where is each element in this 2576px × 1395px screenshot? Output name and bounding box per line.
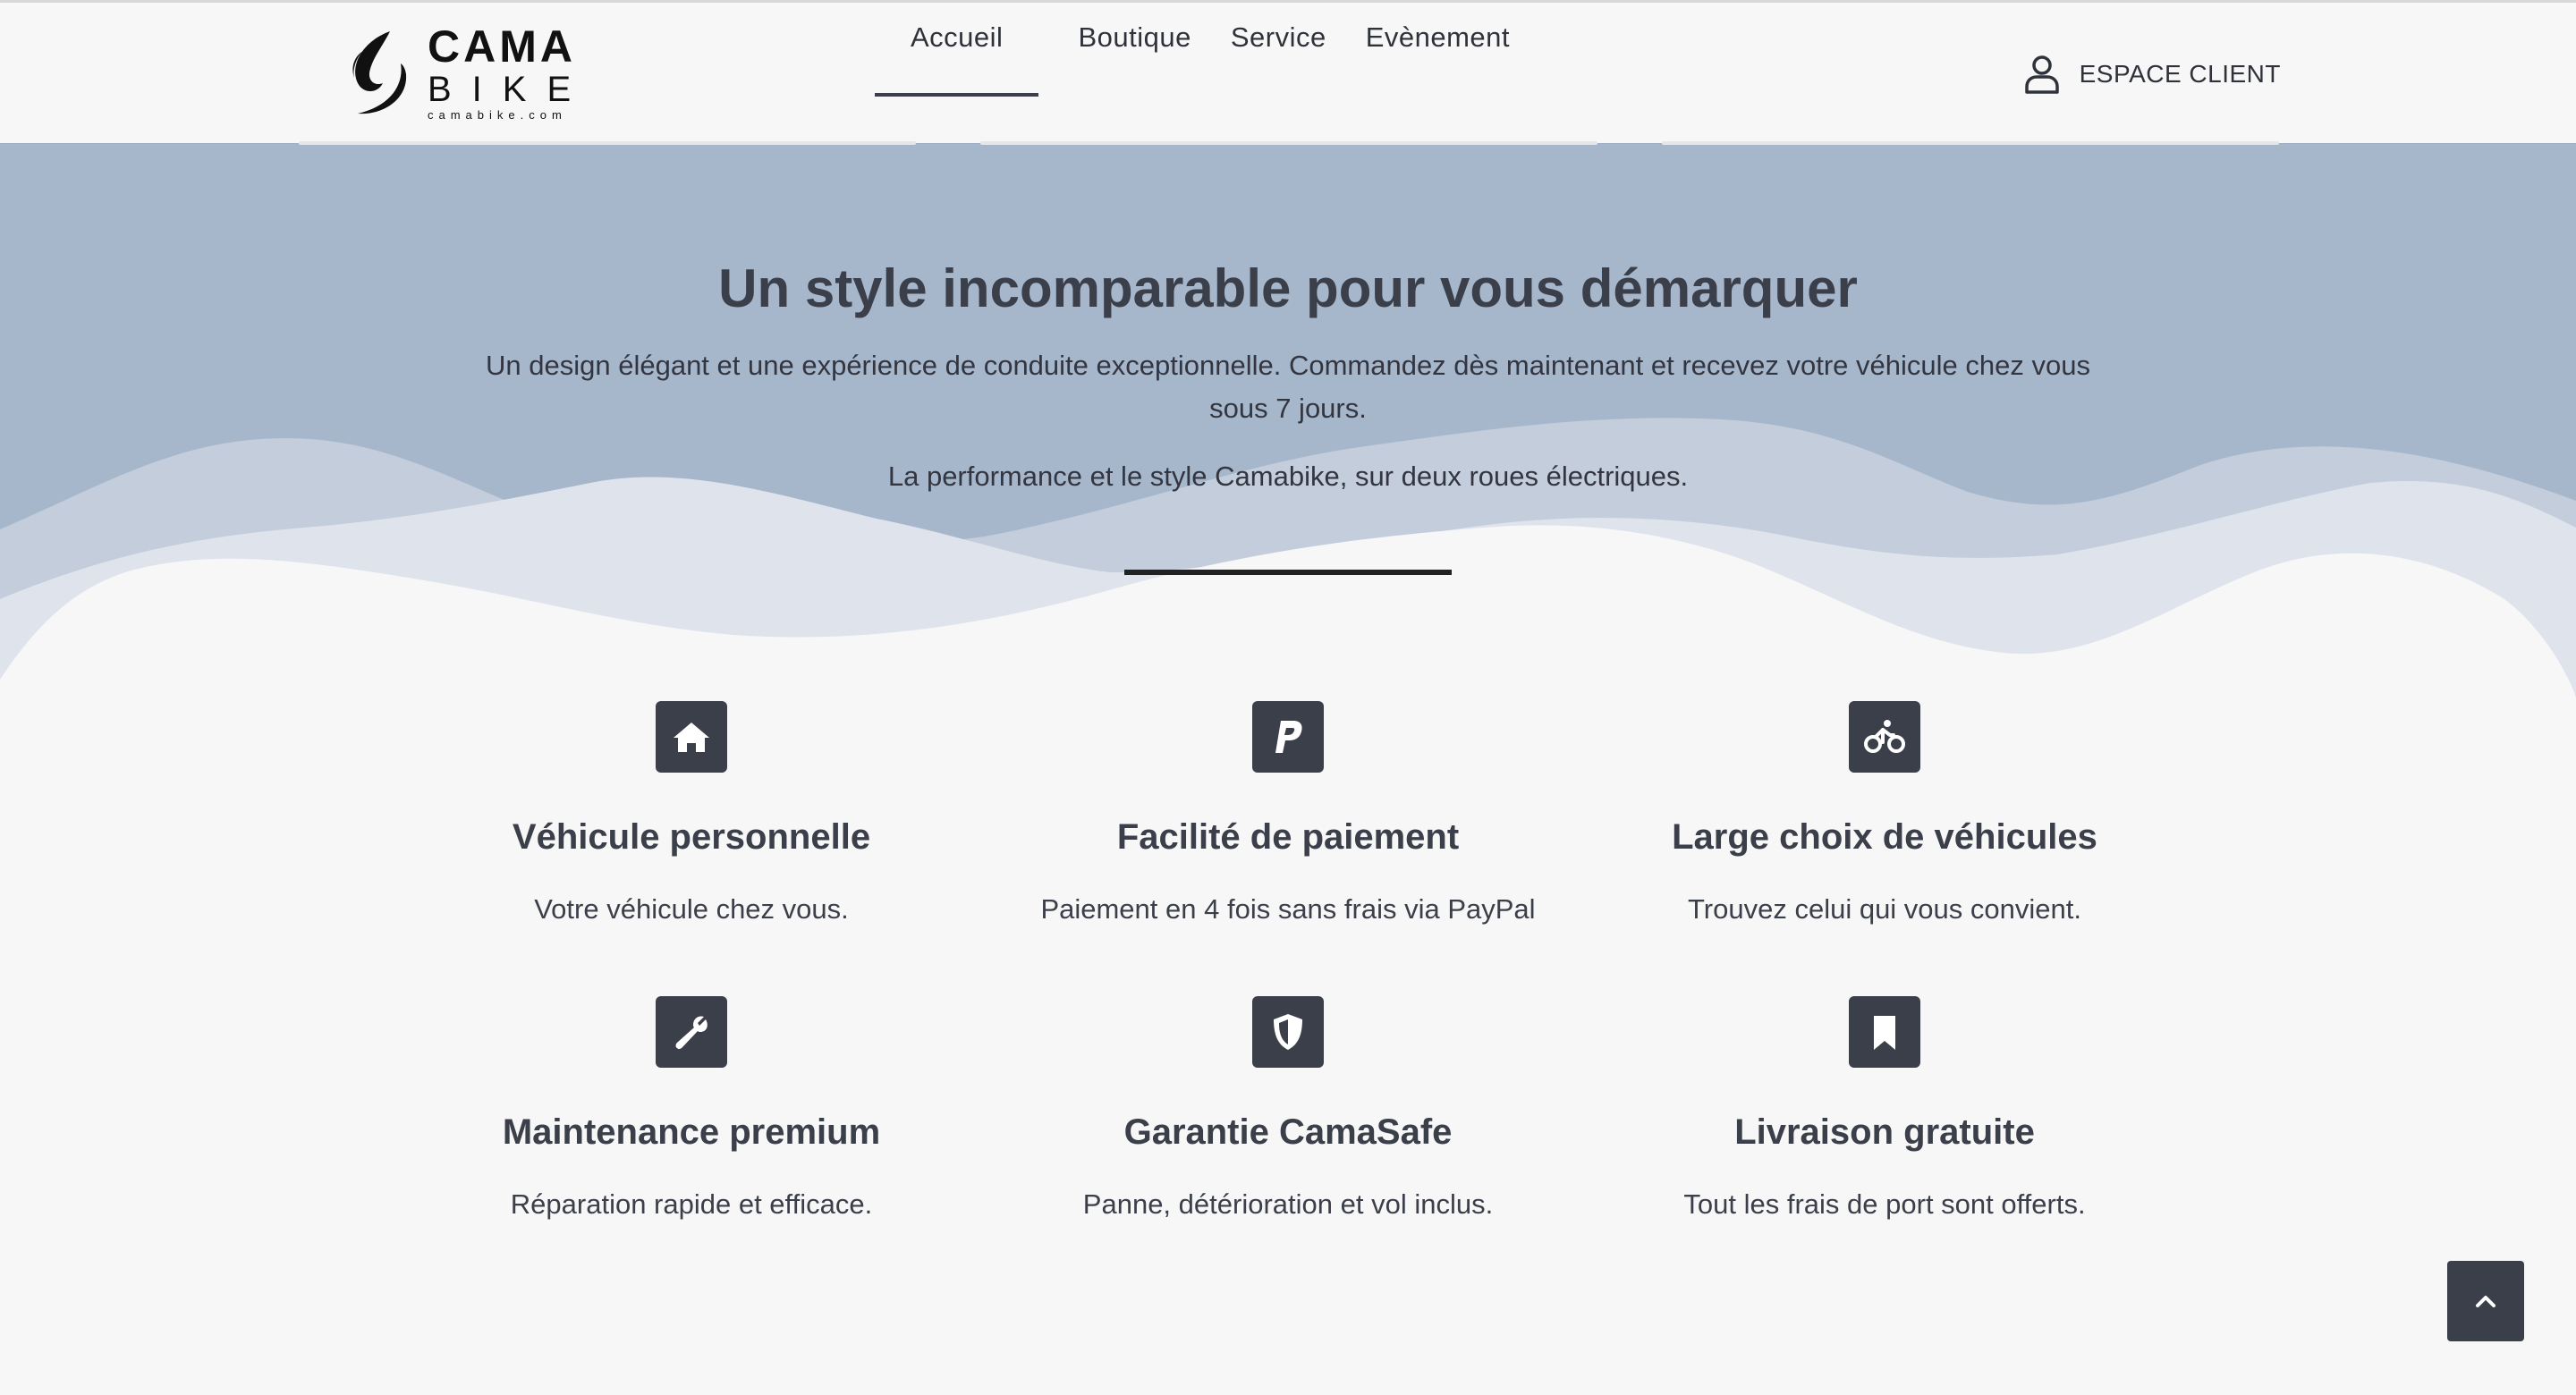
nav-shadow-segment [299,141,916,145]
main-nav: Accueil Boutique Service Evènement [875,3,1549,143]
shield-icon [1274,1014,1302,1050]
feature-icon-box [1252,996,1324,1068]
feature-text: Tout les frais de port sont offerts. [1683,1188,2086,1220]
user-icon [2024,55,2059,94]
brand-line-2: BIKE [428,70,592,109]
swoosh-logo-icon [352,31,407,114]
bookmark-icon [1874,1016,1895,1050]
feature-card: Maintenance premium Réparation rapide et… [405,996,978,1221]
wrench-icon [675,1016,708,1050]
navbar: CAMA BIKE camabike.com Accueil Boutique … [0,3,2576,143]
feature-icon-box [656,996,727,1068]
hero-divider [1124,570,1452,575]
hero-title: Un style incomparable pour vous démarque… [718,258,1858,318]
feature-title: Maintenance premium [502,1112,881,1152]
feature-text: Paiement en 4 fois sans frais via PayPal [1040,893,1536,925]
client-area-label: ESPACE CLIENT [2079,60,2281,88]
brand-line-1: CAMA [428,21,576,72]
feature-icon-box [656,701,727,773]
nav-item-boutique[interactable]: Boutique [1078,3,1191,143]
feature-icon-box [1849,701,1920,773]
feature-card: Large choix de véhicules Trouvez celui q… [1598,701,2171,926]
nav-shadow-segment [980,141,1597,145]
brand-logo[interactable]: CAMA BIKE camabike.com [338,22,572,122]
feature-card: Garantie CamaSafe Panne, détérioration e… [1002,996,1574,1221]
feature-card: Facilité de paiement Paiement en 4 fois … [1002,701,1574,926]
feature-text: Votre véhicule chez vous. [534,893,849,925]
feature-card: Livraison gratuite Tout les frais de por… [1598,996,2171,1221]
feature-title: Large choix de véhicules [1672,817,2097,857]
hero-paragraph-1: Un design élégant et une expérience de c… [486,350,2090,424]
nav-item-service[interactable]: Service [1231,3,1326,143]
feature-title: Livraison gratuite [1734,1112,2035,1152]
hero-section: Un style incomparable pour vous démarque… [0,143,2576,698]
home-icon [674,723,709,752]
feature-icon-box [1849,996,1920,1068]
nav-item-evenement[interactable]: Evènement [1366,3,1510,143]
feature-text: Trouvez celui qui vous convient. [1688,893,2081,925]
feature-title: Garantie CamaSafe [1123,1112,1453,1152]
hero-paragraph-2: La performance et le style Camabike, sur… [887,461,1689,492]
feature-icon-box [1252,701,1324,773]
feature-text: Panne, détérioration et vol inclus. [1082,1188,1494,1220]
feature-card: Véhicule personnelle Votre véhicule chez… [405,701,978,926]
nav-shadow-segment [1662,141,2279,145]
feature-text: Réparation rapide et efficace. [510,1188,873,1220]
feature-title: Véhicule personnelle [512,817,871,857]
paypal-icon [1275,721,1302,753]
brand-line-3: camabike.com [428,108,567,122]
chevron-up-icon [2476,1296,2496,1307]
bicycle-icon [1864,720,1905,753]
hero-content: Un style incomparable pour vous démarque… [0,143,2576,575]
brand-wordmark: CAMA BIKE camabike.com [428,22,591,123]
scroll-to-top-button[interactable] [2447,1261,2524,1341]
feature-title: Facilité de paiement [1116,817,1460,857]
client-area-link[interactable]: ESPACE CLIENT [2024,55,2281,94]
nav-item-accueil[interactable]: Accueil [875,3,1039,143]
